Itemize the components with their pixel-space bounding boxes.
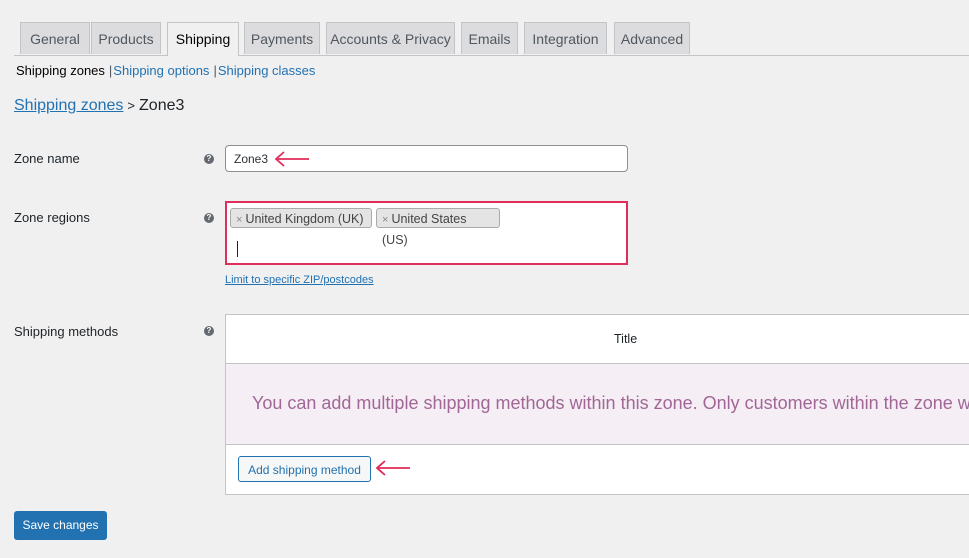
tab-integration[interactable]: Integration — [524, 22, 607, 54]
subnav-separator: | — [213, 63, 217, 78]
tab-accounts-privacy[interactable]: Accounts & Privacy — [326, 22, 455, 54]
region-chip: × United Kingdom (UK) — [230, 208, 372, 228]
text-caret — [237, 241, 238, 257]
add-shipping-method-button[interactable]: Add shipping method — [238, 456, 371, 482]
tab-general[interactable]: General — [20, 22, 90, 54]
remove-chip-icon[interactable]: × — [236, 214, 242, 226]
remove-chip-icon[interactable]: × — [382, 214, 388, 226]
shipping-subnav: Shipping zones |Shipping options |Shipping… — [16, 63, 315, 79]
region-chip-label: United Kingdom (UK) — [245, 212, 364, 226]
empty-state-row: You can add multiple shipping methods wi… — [226, 364, 969, 445]
column-title: Title — [614, 332, 638, 346]
tab-advanced[interactable]: Advanced — [614, 22, 690, 54]
breadcrumb-current: Zone3 — [139, 97, 185, 114]
help-icon[interactable]: ? — [204, 326, 214, 336]
zone-name-label: Zone name — [14, 151, 80, 166]
annotation-arrow-icon — [274, 151, 309, 167]
tab-payments[interactable]: Payments — [244, 22, 320, 54]
save-changes-button[interactable]: Save changes — [14, 511, 107, 540]
table-header: Title — [226, 315, 969, 364]
settings-tabs: General Products Shipping Payments Accou… — [14, 22, 969, 56]
tab-products[interactable]: Products — [91, 22, 161, 54]
annotation-arrow-icon — [375, 460, 410, 476]
zone-regions-label: Zone regions — [14, 210, 90, 225]
limit-postcodes-link[interactable]: Limit to specific ZIP/postcodes — [225, 274, 374, 286]
breadcrumb-shipping-zones-link[interactable]: Shipping zones — [14, 97, 123, 114]
breadcrumb: Shipping zones > Zone3 — [14, 96, 184, 116]
zone-regions-select[interactable]: × United Kingdom (UK) × United States (US) — [225, 201, 628, 265]
region-chip: × United States (US) — [376, 208, 500, 247]
tab-emails[interactable]: Emails — [461, 22, 518, 54]
zone-name-value: Zone3 — [234, 152, 269, 166]
subnav-shipping-zones: Shipping zones — [16, 63, 105, 78]
breadcrumb-separator: > — [127, 98, 136, 113]
empty-state-message: You can add multiple shipping methods wi… — [252, 393, 969, 413]
region-chip-label: United States (US) — [382, 212, 467, 247]
subnav-shipping-options[interactable]: Shipping options — [113, 63, 209, 78]
help-icon[interactable]: ? — [204, 154, 214, 164]
shipping-methods-label: Shipping methods — [14, 324, 119, 339]
tab-shipping[interactable]: Shipping — [167, 22, 239, 56]
subnav-shipping-classes[interactable]: Shipping classes — [218, 63, 316, 78]
subnav-separator: | — [108, 63, 113, 78]
help-icon[interactable]: ? — [204, 213, 214, 223]
